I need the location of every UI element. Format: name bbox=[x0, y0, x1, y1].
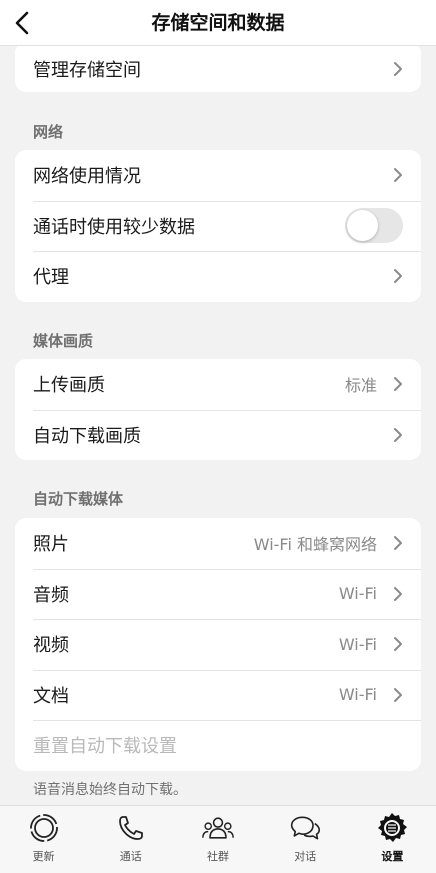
chevron-right-icon bbox=[393, 427, 403, 443]
proxy-row[interactable]: 代理 bbox=[15, 251, 421, 302]
tab-label: 通话 bbox=[119, 850, 142, 863]
settings-scroll-area[interactable]: 管理存储空间 网络 网络使用情况 通话时使用较少数据 代理 媒体画质 上传画质 … bbox=[0, 46, 436, 805]
media-quality-card: 上传画质 标准 自动下载画质 bbox=[15, 359, 421, 460]
network-card: 网络使用情况 通话时使用较少数据 代理 bbox=[15, 150, 421, 302]
audio-value: Wi-Fi bbox=[338, 584, 377, 604]
tab-bar: 更新 通话 社群 对话 设置 bbox=[0, 805, 436, 873]
upload-quality-value: 标准 bbox=[344, 376, 377, 396]
section-title-media-quality: 媒体画质 bbox=[33, 332, 94, 350]
audio-label: 音频 bbox=[33, 584, 69, 606]
auto-download-photos-row[interactable]: 照片 Wi-Fi 和蜂窝网络 bbox=[15, 518, 421, 569]
low-data-calls-label: 通话时使用较少数据 bbox=[33, 216, 195, 238]
low-data-calls-toggle[interactable] bbox=[345, 208, 403, 244]
proxy-label: 代理 bbox=[33, 267, 69, 289]
auto-download-quality-row[interactable]: 自动下载画质 bbox=[15, 409, 421, 461]
chevron-right-icon bbox=[393, 167, 403, 183]
photos-label: 照片 bbox=[33, 534, 69, 556]
photos-value: Wi-Fi 和蜂窝网络 bbox=[253, 535, 377, 555]
video-label: 视频 bbox=[33, 635, 69, 657]
documents-value: Wi-Fi bbox=[338, 685, 377, 705]
toggle-knob bbox=[347, 210, 378, 242]
network-usage-label: 网络使用情况 bbox=[33, 166, 141, 188]
tab-chats[interactable]: 对话 bbox=[262, 806, 349, 873]
chevron-right-icon bbox=[393, 586, 403, 602]
tab-label: 社群 bbox=[207, 850, 229, 863]
settings-icon bbox=[376, 812, 408, 844]
phone-icon bbox=[115, 812, 147, 844]
chevron-right-icon bbox=[393, 687, 403, 703]
chevron-right-icon bbox=[393, 535, 403, 551]
chevron-right-icon bbox=[393, 268, 403, 284]
network-usage-row[interactable]: 网络使用情况 bbox=[15, 150, 421, 201]
upload-quality-label: 上传画质 bbox=[33, 375, 105, 397]
auto-download-card: 照片 Wi-Fi 和蜂窝网络 音频 Wi-Fi 视频 Wi-Fi 文档 Wi-F… bbox=[15, 518, 421, 771]
chats-icon bbox=[289, 812, 321, 844]
tab-calls[interactable]: 通话 bbox=[87, 806, 174, 873]
chevron-right-icon bbox=[393, 61, 403, 77]
documents-label: 文档 bbox=[33, 685, 69, 707]
upload-quality-row[interactable]: 上传画质 标准 bbox=[15, 359, 421, 410]
video-value: Wi-Fi bbox=[338, 634, 377, 654]
manage-storage-label: 管理存储空间 bbox=[33, 60, 141, 81]
auto-download-documents-row[interactable]: 文档 Wi-Fi bbox=[15, 669, 421, 721]
communities-icon bbox=[202, 812, 234, 844]
reset-auto-download-label: 重置自动下载设置 bbox=[33, 736, 177, 758]
tab-communities[interactable]: 社群 bbox=[174, 806, 261, 873]
auto-download-video-row[interactable]: 视频 Wi-Fi bbox=[15, 619, 421, 670]
auto-download-footnote: 语音消息始终自动下载。 bbox=[33, 782, 187, 798]
tab-label: 更新 bbox=[32, 850, 55, 863]
section-title-auto-download: 自动下载媒体 bbox=[33, 490, 124, 508]
reset-auto-download-row[interactable]: 重置自动下载设置 bbox=[15, 720, 421, 771]
chevron-right-icon bbox=[393, 376, 403, 392]
tab-label: 设置 bbox=[381, 850, 404, 863]
auto-download-audio-row[interactable]: 音频 Wi-Fi bbox=[15, 568, 421, 620]
auto-download-quality-label: 自动下载画质 bbox=[33, 425, 141, 447]
section-title-network: 网络 bbox=[33, 123, 64, 141]
chevron-right-icon bbox=[393, 636, 403, 652]
storage-card: 管理存储空间 bbox=[15, 46, 421, 92]
low-data-calls-row: 通话时使用较少数据 bbox=[15, 200, 421, 252]
updates-icon bbox=[28, 812, 60, 844]
page-title: 存储空间和数据 bbox=[151, 12, 285, 34]
nav-bar: 存储空间和数据 bbox=[0, 0, 436, 46]
tab-label: 对话 bbox=[294, 850, 317, 863]
tab-updates[interactable]: 更新 bbox=[0, 806, 87, 873]
manage-storage-row[interactable]: 管理存储空间 bbox=[15, 46, 421, 92]
tab-settings[interactable]: 设置 bbox=[349, 806, 436, 873]
